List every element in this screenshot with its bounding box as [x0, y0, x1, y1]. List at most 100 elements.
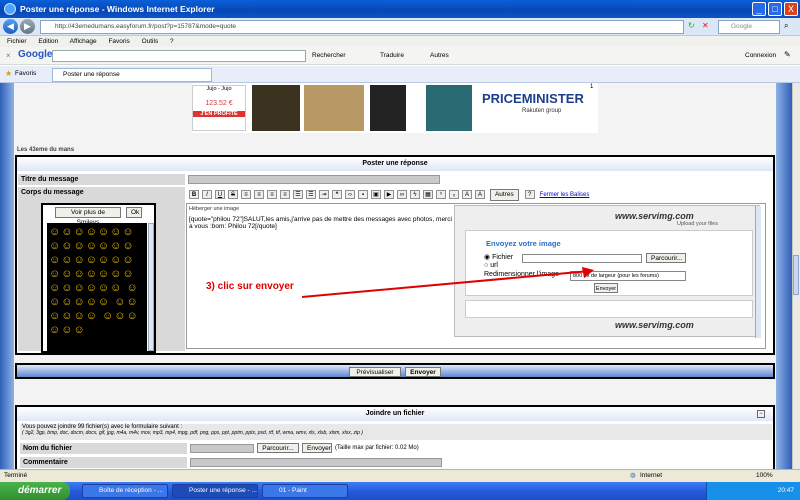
taskbar-item-paint[interactable]: 01 - Paint — [262, 484, 348, 498]
servimg-scrollbar[interactable] — [755, 206, 761, 338]
taskbar-item-ie[interactable]: Poster une réponse - ... — [172, 484, 258, 498]
google-search-button[interactable]: Rechercher — [312, 52, 346, 59]
post-form-header: Poster une réponse — [17, 157, 773, 171]
priceminister-logo[interactable]: PRICEMINISTER — [482, 91, 584, 106]
preview-button[interactable]: Prévisualiser — [349, 367, 401, 377]
send-button[interactable]: Envoyer — [405, 367, 441, 377]
annotation-arrow-icon — [301, 267, 594, 298]
favorites-button[interactable]: Favoris — [15, 70, 36, 77]
minimize-button[interactable]: _ — [752, 2, 766, 16]
menu-edition[interactable]: Edition — [38, 38, 58, 45]
quote-button[interactable]: ❝ — [332, 190, 342, 199]
comment-input[interactable] — [190, 458, 442, 467]
favorites-bar: ★ Favoris Poster une réponse — [0, 66, 800, 83]
taskbar-item-mail[interactable]: Boîte de réception - ... — [82, 484, 168, 498]
right-border-decoration — [776, 83, 792, 469]
phone-ad-image[interactable] — [370, 85, 406, 131]
google-search-input[interactable] — [52, 50, 306, 62]
forward-arrow-icon[interactable]: ▶ — [20, 19, 35, 34]
url-input[interactable]: http://43emedumans.easyforum.fr/post?p=1… — [40, 20, 684, 34]
help-icon[interactable]: ? — [524, 190, 535, 199]
refresh-icon[interactable]: ↻ — [688, 21, 695, 30]
subscript-button[interactable]: ₓ — [449, 190, 459, 199]
wrench-icon[interactable]: ✎ — [784, 50, 791, 59]
align-right-button[interactable]: ≡ — [267, 190, 277, 199]
align-left-button[interactable]: ≡ — [241, 190, 251, 199]
others-button[interactable]: Autres — [430, 52, 449, 59]
attach-browse-button[interactable]: Parcourir... — [257, 443, 299, 453]
code-button[interactable]: ‹› — [345, 190, 355, 199]
ordered-list-button[interactable]: ☰ — [306, 190, 316, 199]
close-tags-link[interactable]: Fermer les Balises — [540, 192, 590, 198]
strike-button[interactable]: S — [228, 190, 238, 199]
link-button[interactable]: ∞ — [397, 190, 407, 199]
back-arrow-icon[interactable]: ◀ — [3, 19, 18, 34]
smiley-select[interactable]: Voir plus de Smileys — [55, 207, 121, 226]
font-size-button[interactable]: A — [462, 190, 472, 199]
ad-number: 1 — [590, 84, 594, 90]
servimg-browse-button[interactable]: Parcourir... — [646, 253, 686, 263]
address-bar: ◀ ▶ http://43emedumans.easyforum.fr/post… — [0, 18, 800, 36]
superscript-button[interactable]: ˣ — [436, 190, 446, 199]
maximize-button[interactable]: □ — [768, 2, 782, 16]
bold-button[interactable]: B — [189, 190, 199, 199]
game-ad-image[interactable] — [252, 85, 300, 131]
other-tags-button[interactable]: Autres — [489, 189, 519, 201]
servimg-logo: www.servimg.com — [615, 211, 694, 221]
justify-button[interactable]: ≡ — [280, 190, 290, 199]
menu-bar: Fichier Edition Affichage Favoris Outils… — [0, 36, 800, 47]
file-radio[interactable]: ◉ Fichier — [484, 253, 513, 261]
spoiler-button[interactable]: ▪ — [358, 190, 368, 199]
editor-toolbar: B I U S ≡ ≡ ≡ ≡ ☰ ☰ ⇥ ❝ ‹› ▪ ▣ ▶ ∞ ϟ ▦ ˣ ₓ A A Autres ? Fermer… — [189, 189, 749, 201]
attach-send-button[interactable]: Envoyer — [302, 443, 332, 453]
search-icon[interactable]: ⌕ — [784, 21, 788, 31]
table-button[interactable]: ▦ — [423, 190, 433, 199]
smiley-grid[interactable]: ☺☺☺☺☺☺☺ ☺☺☺☺☺☺☺ ☺☺☺☺☺☺☺ ☺☺☺☺☺☺☺ ☺☺☺☺☺☺ ☺… — [47, 223, 147, 351]
underline-button[interactable]: U — [215, 190, 225, 199]
menu-affichage[interactable]: Affichage — [70, 38, 97, 45]
attach-file-types: ( 3g2, 3gp, bmp, doc, docm, docx, gif, j… — [22, 430, 363, 436]
jujo-ad[interactable]: Jujo - Jujo 123.52 € J'EN PROFITE — [192, 85, 246, 131]
indent-button[interactable]: ⇥ — [319, 190, 329, 199]
flash-button[interactable]: ϟ — [410, 190, 420, 199]
jujo-ad-cta[interactable]: J'EN PROFITE — [193, 111, 245, 117]
list-button[interactable]: ☰ — [293, 190, 303, 199]
login-link[interactable]: Connexion — [745, 52, 776, 59]
attach-file-input[interactable] — [190, 444, 254, 453]
smiley-ok-button[interactable]: Ok — [126, 207, 142, 218]
internet-explorer-icon — [4, 3, 16, 15]
browser-tab[interactable]: Poster une réponse — [52, 68, 212, 82]
menu-fichier[interactable]: Fichier — [7, 38, 27, 45]
zoom-level[interactable]: 100% — [756, 470, 773, 482]
menu-help[interactable]: ? — [170, 38, 174, 45]
status-text: Terminé — [4, 472, 28, 479]
album-ad-image[interactable] — [426, 85, 472, 131]
taskbar: démarrer Boîte de réception - ... Poster… — [0, 482, 800, 500]
image-button[interactable]: ▣ — [371, 190, 381, 199]
italic-button[interactable]: I — [202, 190, 212, 199]
zone-text: Internet — [640, 472, 663, 479]
color-button[interactable]: A — [475, 190, 485, 199]
align-center-button[interactable]: ≡ — [254, 190, 264, 199]
google-logo: Google — [18, 49, 53, 60]
stop-icon[interactable]: ✕ — [702, 21, 709, 30]
page-scrollbar-thumb[interactable] — [793, 255, 799, 295]
product-ad-image[interactable] — [304, 85, 364, 131]
ad-banner[interactable]: Jujo - Jujo 123.52 € J'EN PROFITE PRICEM… — [192, 83, 598, 133]
start-button[interactable]: démarrer — [0, 482, 70, 500]
servimg-file-input[interactable] — [522, 254, 642, 263]
title-input[interactable] — [188, 175, 440, 184]
message-body-text: [quote="philou 72"]SALUT,les amis,j'arri… — [189, 215, 452, 231]
browser-search-input[interactable]: Google — [718, 20, 780, 34]
video-button[interactable]: ▶ — [384, 190, 394, 199]
status-bar: Terminé ◍ Internet 100% — [0, 469, 800, 482]
close-window-button[interactable]: X — [784, 2, 798, 16]
smiley-scrollbar[interactable] — [148, 223, 154, 351]
max-size-note: (Taille max par fichier: 0.02 Mo) — [335, 445, 419, 451]
collapse-icon[interactable]: − — [757, 410, 765, 418]
menu-favoris[interactable]: Favoris — [108, 38, 129, 45]
rakuten-label: Rakuten group — [522, 108, 562, 114]
close-toolbar-icon[interactable]: × — [6, 51, 11, 60]
translate-button[interactable]: Traduire — [380, 52, 404, 59]
menu-outils[interactable]: Outils — [142, 38, 159, 45]
